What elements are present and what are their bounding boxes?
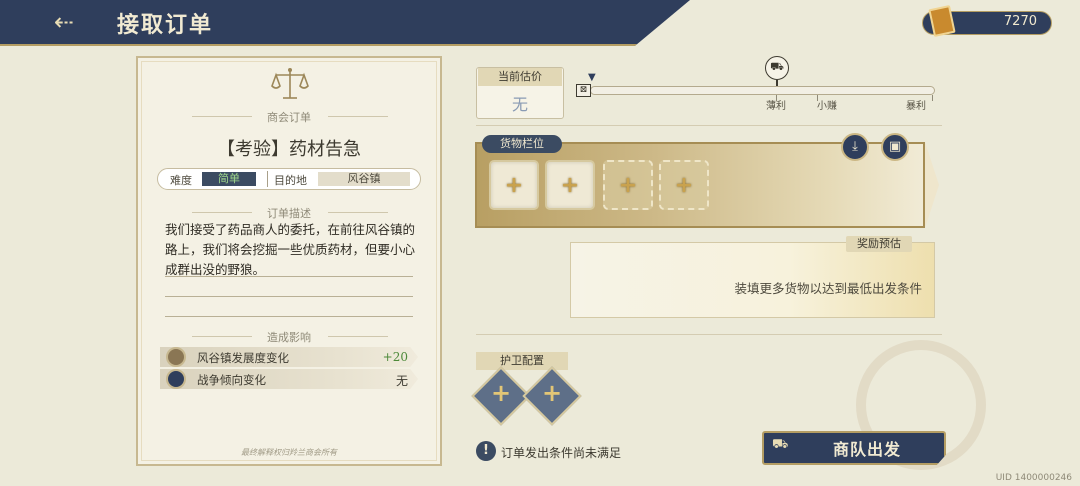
divider [476, 334, 942, 335]
order-title: 【考验】药材告急 [217, 139, 361, 160]
header-bar [0, 0, 690, 46]
page-title: 接取订单 [117, 12, 214, 38]
divider [476, 125, 942, 126]
destination-value: 风谷镇 [318, 172, 410, 186]
cargo-slot[interactable]: + [489, 160, 539, 210]
divider [267, 171, 268, 187]
tick-label: 薄利 [766, 101, 786, 112]
card-footnote: 最终解释权归羚兰商会所有 [241, 448, 337, 457]
cargo-slot[interactable]: + [659, 160, 709, 210]
order-description: 我们接受了药品商人的委托，在前往风谷镇的路上，我们将会挖掘一些优质药材，但要小心… [165, 222, 416, 277]
plus-icon: + [618, 172, 638, 198]
tick-label: 小赚 [817, 101, 837, 112]
currency-value: 7270 [1003, 14, 1037, 29]
effect-label: 风谷镇发展度变化 [197, 351, 289, 365]
plus-icon: + [560, 172, 580, 198]
plus-icon: + [490, 379, 512, 407]
effects-header: 造成影响 [267, 331, 311, 344]
rule-line [165, 296, 413, 297]
depart-button-label: 商队出发 [832, 440, 901, 459]
effect-label: 战争倾向变化 [197, 373, 266, 387]
valuation-progress-track [590, 86, 935, 95]
difficulty-badge: 简单 [202, 172, 256, 186]
back-arrow-icon[interactable]: ⇠ [54, 8, 90, 36]
caravan-icon: ⛟ [772, 437, 789, 452]
uid-text: UID 1400000246 [995, 473, 1072, 483]
reward-label: 奖励预估 [846, 236, 912, 252]
tick [932, 95, 933, 101]
rule-line [165, 276, 413, 277]
plus-icon: + [504, 172, 524, 198]
difficulty-label: 难度 [170, 174, 192, 187]
effect-value: 无 [395, 374, 408, 388]
preset-icon[interactable]: ▣ [881, 133, 909, 161]
valuation-value: 无 [511, 95, 528, 114]
caravan-marker-icon: ⛟ [765, 56, 789, 80]
scales-emblem-icon [271, 68, 309, 99]
ticket-currency-icon [928, 5, 956, 37]
rule-line [165, 316, 413, 317]
cargo-panel-arrow [925, 142, 939, 228]
plus-icon: + [674, 172, 694, 198]
war-tendency-icon [166, 369, 186, 389]
warning-text: 订单发出条件尚未满足 [501, 446, 622, 460]
effect-value: +20 [382, 350, 408, 364]
warning-icon: ! [476, 441, 496, 461]
download-icon[interactable]: ⤓ [841, 133, 869, 161]
development-icon [166, 347, 186, 367]
valuation-label: 当前估价 [478, 68, 562, 86]
cargo-slot[interactable]: + [545, 160, 595, 210]
marker-stem [776, 80, 778, 86]
tick-label: 暴利 [906, 101, 926, 112]
description-header: 订单描述 [267, 207, 311, 220]
cargo-label: 货物栏位 [482, 135, 562, 153]
order-category: 商会订单 [267, 111, 311, 124]
cargo-slot[interactable]: + [603, 160, 653, 210]
progress-pointer-icon: ▼ [588, 72, 596, 83]
escort-label: 护卫配置 [476, 352, 568, 370]
destination-label: 目的地 [274, 174, 307, 187]
plus-icon: + [541, 379, 563, 407]
crossed-box-icon: ⊠ [576, 84, 591, 97]
reward-hint: 装填更多货物以达到最低出发条件 [734, 281, 922, 296]
